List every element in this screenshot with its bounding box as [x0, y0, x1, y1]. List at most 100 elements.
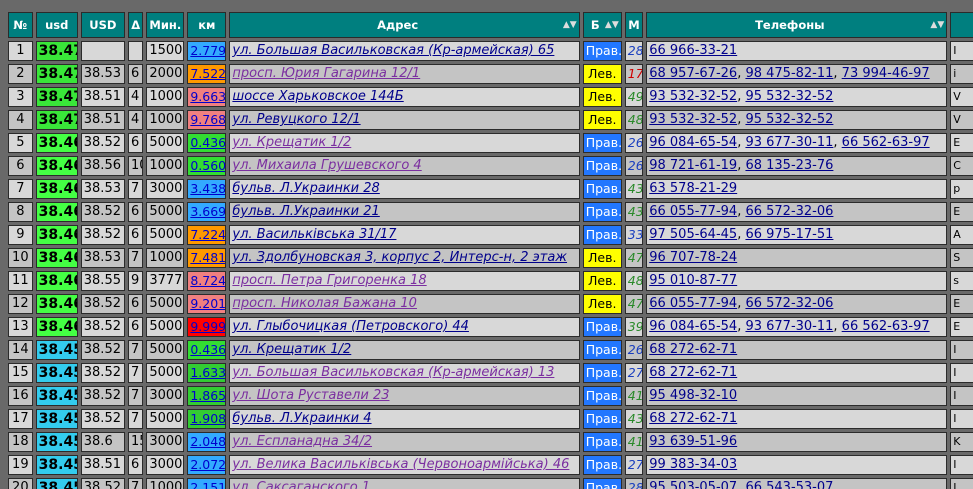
- distance-km[interactable]: 2.072: [187, 455, 227, 475]
- distance-link[interactable]: 3.438: [190, 181, 225, 196]
- distance-link[interactable]: 3.669: [190, 204, 225, 219]
- address-link[interactable]: ул. Еспланадна 34/2: [232, 434, 372, 449]
- phone-link[interactable]: 66 572-32-06: [745, 204, 833, 219]
- phone-link[interactable]: 93 639-51-96: [649, 434, 737, 449]
- distance-link[interactable]: 1.865: [190, 388, 225, 403]
- sort-arrows-icon[interactable]: ▲▼: [563, 13, 577, 37]
- col-header-usd-buy[interactable]: usd: [35, 12, 78, 38]
- phone-link[interactable]: 96 084-65-54: [649, 135, 737, 150]
- distance-km[interactable]: 0.560: [187, 156, 227, 176]
- phone-link[interactable]: 66 966-33-21: [649, 43, 737, 58]
- phone-link[interactable]: 95 498-32-10: [649, 388, 737, 403]
- distance-km[interactable]: 1.908: [187, 409, 227, 429]
- col-header-delta[interactable]: Δ: [127, 12, 144, 38]
- distance-km[interactable]: 3.669: [187, 202, 227, 222]
- distance-km[interactable]: 9.768: [187, 110, 227, 130]
- distance-km[interactable]: 7.522: [187, 64, 227, 84]
- phone-link[interactable]: 63 578-21-29: [649, 181, 737, 196]
- phone-link[interactable]: 96 084-65-54: [649, 319, 737, 334]
- distance-link[interactable]: 2.779: [190, 43, 225, 58]
- col-header-bank-side[interactable]: Б ▲▼: [582, 12, 622, 38]
- distance-km[interactable]: 9.999: [187, 317, 227, 337]
- distance-km[interactable]: 2.779: [187, 41, 227, 61]
- distance-link[interactable]: 9.768: [190, 112, 225, 127]
- distance-km[interactable]: 9.201: [187, 294, 227, 314]
- phone-link[interactable]: 68 272-62-71: [649, 411, 737, 426]
- distance-link[interactable]: 0.436: [190, 342, 225, 357]
- distance-km[interactable]: 8.724: [187, 271, 227, 291]
- col-header-phones[interactable]: Телефоны ▲▼: [646, 12, 948, 38]
- phone-link[interactable]: 98 721-61-19: [649, 158, 737, 173]
- phone-link[interactable]: 68 272-62-71: [649, 365, 737, 380]
- phone-link[interactable]: 66 562-63-97: [842, 319, 930, 334]
- distance-link[interactable]: 9.999: [190, 319, 225, 334]
- distance-km[interactable]: 7.224: [187, 225, 227, 245]
- distance-link[interactable]: 2.151: [190, 480, 225, 489]
- address-link[interactable]: ул. Васильківська 31/17: [232, 227, 396, 242]
- distance-link[interactable]: 7.522: [190, 66, 225, 81]
- distance-link[interactable]: 0.560: [190, 158, 225, 173]
- col-header-min[interactable]: Мин.: [146, 12, 185, 38]
- address-link[interactable]: просп. Петра Григоренка 18: [232, 273, 426, 288]
- address-link[interactable]: шоссе Харьковское 144Б: [232, 89, 403, 104]
- phone-link[interactable]: 96 707-78-24: [649, 250, 737, 265]
- phone-link[interactable]: 98 475-82-11: [745, 66, 833, 81]
- col-header-metro[interactable]: М: [624, 12, 644, 38]
- phone-link[interactable]: 68 272-62-71: [649, 342, 737, 357]
- phone-link[interactable]: 66 572-32-06: [745, 296, 833, 311]
- phone-link[interactable]: 93 677-30-11: [745, 319, 833, 334]
- address-link[interactable]: бульв. Л.Украинки 4: [232, 411, 371, 426]
- address-link[interactable]: ул. Саксаганского 1: [232, 480, 370, 489]
- distance-km[interactable]: 3.438: [187, 179, 227, 199]
- col-header-usd-sell[interactable]: USD: [80, 12, 125, 38]
- distance-link[interactable]: 7.481: [190, 250, 225, 265]
- phone-link[interactable]: 68 135-23-76: [745, 158, 833, 173]
- phone-link[interactable]: 66 055-77-94: [649, 296, 737, 311]
- distance-km[interactable]: 2.151: [187, 478, 227, 489]
- address-link[interactable]: бульв. Л.Украинки 28: [232, 181, 379, 196]
- phone-link[interactable]: 93 532-32-52: [649, 89, 737, 104]
- address-link[interactable]: ул. Велика Васильківська (Червоноармійсь…: [232, 457, 569, 472]
- distance-link[interactable]: 1.908: [190, 411, 225, 426]
- address-link[interactable]: ул. Большая Васильковская (Кр-армейская)…: [232, 365, 554, 380]
- phone-link[interactable]: 95 532-32-52: [745, 89, 833, 104]
- distance-km[interactable]: 1.633: [187, 363, 227, 383]
- distance-link[interactable]: 2.048: [190, 434, 225, 449]
- distance-km[interactable]: 2.048: [187, 432, 227, 452]
- col-header-address[interactable]: Адрес ▲▼: [229, 12, 580, 38]
- phone-link[interactable]: 66 975-17-51: [745, 227, 833, 242]
- phone-link[interactable]: 68 957-67-26: [649, 66, 737, 81]
- distance-link[interactable]: 9.201: [190, 296, 225, 311]
- distance-link[interactable]: 8.724: [190, 273, 225, 288]
- phone-link[interactable]: 95 010-87-77: [649, 273, 737, 288]
- phone-link[interactable]: 95 503-05-07: [649, 480, 737, 489]
- distance-km[interactable]: 7.481: [187, 248, 227, 268]
- phone-link[interactable]: 66 543-53-07: [745, 480, 833, 489]
- address-link[interactable]: ул. Здолбуновская 3, корпус 2, Интерс-н,…: [232, 250, 567, 265]
- address-link[interactable]: бульв. Л.Украинки 21: [232, 204, 379, 219]
- phone-link[interactable]: 66 562-63-97: [842, 135, 930, 150]
- distance-km[interactable]: 1.865: [187, 386, 227, 406]
- distance-link[interactable]: 2.072: [190, 457, 225, 472]
- distance-link[interactable]: 7.224: [190, 227, 225, 242]
- address-link[interactable]: ул. Шота Руставели 23: [232, 388, 389, 403]
- distance-km[interactable]: 0.436: [187, 340, 227, 360]
- address-link[interactable]: ул. Глыбочицкая (Петровского) 44: [232, 319, 469, 334]
- phone-link[interactable]: 97 505-64-45: [649, 227, 737, 242]
- address-link[interactable]: ул. Большая Васильковская (Кр-армейская)…: [232, 43, 554, 58]
- phone-link[interactable]: 66 055-77-94: [649, 204, 737, 219]
- distance-km[interactable]: 0.436: [187, 133, 227, 153]
- col-header-km[interactable]: км: [187, 12, 227, 38]
- address-link[interactable]: ул. Михаила Грушевского 4: [232, 158, 421, 173]
- phone-link[interactable]: 95 532-32-52: [745, 112, 833, 127]
- phone-link[interactable]: 73 994-46-97: [842, 66, 930, 81]
- distance-link[interactable]: 0.436: [190, 135, 225, 150]
- address-link[interactable]: просп. Юрия Гагарина 12/1: [232, 66, 420, 81]
- col-header-number[interactable]: №: [8, 12, 33, 38]
- phone-link[interactable]: 93 532-32-52: [649, 112, 737, 127]
- distance-link[interactable]: 9.663: [190, 89, 225, 104]
- address-link[interactable]: ул. Крещатик 1/2: [232, 135, 351, 150]
- distance-km[interactable]: 9.663: [187, 87, 227, 107]
- address-link[interactable]: ул. Ревуцкого 12/1: [232, 112, 360, 127]
- phone-link[interactable]: 99 383-34-03: [649, 457, 737, 472]
